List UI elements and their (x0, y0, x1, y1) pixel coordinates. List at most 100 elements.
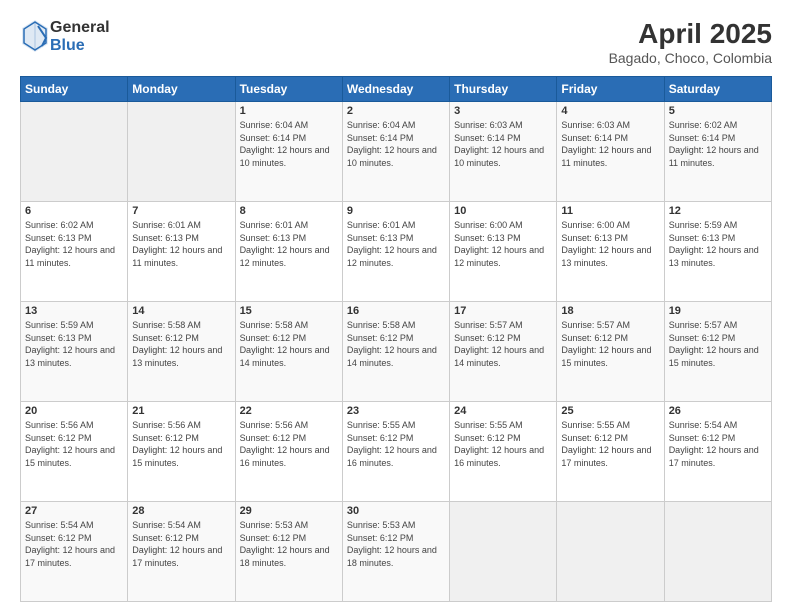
day-number: 26 (669, 405, 767, 417)
calendar-cell: 5Sunrise: 6:02 AM Sunset: 6:14 PM Daylig… (664, 102, 771, 202)
calendar-week-2: 13 Sunrise: 5:59 AM Sunset: 6:13 PM Dayli… (21, 302, 772, 402)
day-number: 2 (347, 105, 445, 117)
day-info: Sunrise: 5:57 AM Sunset: 6:12 PM Dayligh… (454, 319, 552, 369)
day-number: 3 (454, 105, 552, 117)
day-number: 28 (132, 505, 230, 517)
calendar-week-1: 6Sunrise: 6:02 AM Sunset: 6:13 PM Daylig… (21, 202, 772, 302)
calendar-header-row: SundayMondayTuesdayWednesdayThursdayFrid… (21, 77, 772, 102)
day-info: Sunrise: 6:04 AM Sunset: 6:14 PM Dayligh… (347, 119, 445, 169)
calendar-header-monday: Monday (128, 77, 235, 102)
day-info: Sunrise: 5:57 AM Sunset: 6:12 PM Dayligh… (561, 319, 659, 369)
logo-text: General Blue (50, 19, 110, 54)
day-info: Sunrise: 5:59 AM Sunset: 6:13 PM Dayligh… (25, 319, 123, 369)
day-number: 22 (240, 405, 338, 417)
day-info: Sunrise: 6:02 AM Sunset: 6:13 PM Dayligh… (25, 219, 123, 269)
day-info: Sunrise: 6:03 AM Sunset: 6:14 PM Dayligh… (454, 119, 552, 169)
day-info: Sunrise: 5:54 AM Sunset: 6:12 PM Dayligh… (25, 519, 123, 569)
day-number: 30 (347, 505, 445, 517)
day-number: 25 (561, 405, 659, 417)
day-number: 7 (132, 205, 230, 217)
day-number: 12 (669, 205, 767, 217)
logo-icon (20, 18, 50, 56)
calendar-cell (557, 502, 664, 602)
calendar-cell: 15Sunrise: 5:58 AM Sunset: 6:12 PM Dayli… (235, 302, 342, 402)
calendar-header-wednesday: Wednesday (342, 77, 449, 102)
day-info: Sunrise: 6:00 AM Sunset: 6:13 PM Dayligh… (561, 219, 659, 269)
calendar-cell: 23 Sunrise: 5:55 AM Sunset: 6:12 PM Dayli… (342, 402, 449, 502)
day-number: 14 (132, 305, 230, 317)
calendar-header-tuesday: Tuesday (235, 77, 342, 102)
day-info: Sunrise: 5:55 AM Sunset: 6:12 PM Dayligh… (347, 419, 445, 469)
calendar-cell: 22 Sunrise: 5:56 AM Sunset: 6:12 PM Dayli… (235, 402, 342, 502)
day-number: 8 (240, 205, 338, 217)
day-info: Sunrise: 5:54 AM Sunset: 6:12 PM Dayligh… (669, 419, 767, 469)
calendar-header-thursday: Thursday (450, 77, 557, 102)
calendar-week-4: 27 Sunrise: 5:54 AM Sunset: 6:12 PM Dayli… (21, 502, 772, 602)
calendar-cell (664, 502, 771, 602)
day-number: 20 (25, 405, 123, 417)
day-info: Sunrise: 6:01 AM Sunset: 6:13 PM Dayligh… (347, 219, 445, 269)
page: General Blue April 2025 Bagado, Choco, C… (0, 0, 792, 612)
calendar-cell: 27 Sunrise: 5:54 AM Sunset: 6:12 PM Dayli… (21, 502, 128, 602)
day-number: 9 (347, 205, 445, 217)
day-number: 23 (347, 405, 445, 417)
title-block: April 2025 Bagado, Choco, Colombia (609, 18, 772, 66)
calendar-cell: 30 Sunrise: 5:53 AM Sunset: 6:12 PM Dayli… (342, 502, 449, 602)
calendar-cell (128, 102, 235, 202)
day-info: Sunrise: 5:58 AM Sunset: 6:12 PM Dayligh… (347, 319, 445, 369)
day-info: Sunrise: 5:59 AM Sunset: 6:13 PM Dayligh… (669, 219, 767, 269)
calendar-cell: 21 Sunrise: 5:56 AM Sunset: 6:12 PM Dayli… (128, 402, 235, 502)
calendar-cell (450, 502, 557, 602)
day-info: Sunrise: 5:56 AM Sunset: 6:12 PM Dayligh… (240, 419, 338, 469)
day-number: 27 (25, 505, 123, 517)
day-info: Sunrise: 5:53 AM Sunset: 6:12 PM Dayligh… (347, 519, 445, 569)
calendar-cell: 10 Sunrise: 6:00 AM Sunset: 6:13 PM Dayli… (450, 202, 557, 302)
day-number: 11 (561, 205, 659, 217)
logo: General Blue (20, 18, 110, 56)
calendar-cell: 17 Sunrise: 5:57 AM Sunset: 6:12 PM Dayli… (450, 302, 557, 402)
day-number: 4 (561, 105, 659, 117)
day-number: 13 (25, 305, 123, 317)
subtitle: Bagado, Choco, Colombia (609, 50, 772, 66)
day-info: Sunrise: 5:57 AM Sunset: 6:12 PM Dayligh… (669, 319, 767, 369)
calendar-week-3: 20 Sunrise: 5:56 AM Sunset: 6:12 PM Dayli… (21, 402, 772, 502)
day-info: Sunrise: 6:02 AM Sunset: 6:14 PM Dayligh… (669, 119, 767, 169)
calendar-cell: 24Sunrise: 5:55 AM Sunset: 6:12 PM Dayli… (450, 402, 557, 502)
calendar-cell: 11 Sunrise: 6:00 AM Sunset: 6:13 PM Dayli… (557, 202, 664, 302)
day-info: Sunrise: 6:01 AM Sunset: 6:13 PM Dayligh… (132, 219, 230, 269)
calendar-header-saturday: Saturday (664, 77, 771, 102)
day-number: 24 (454, 405, 552, 417)
calendar-cell: 25 Sunrise: 5:55 AM Sunset: 6:12 PM Dayli… (557, 402, 664, 502)
calendar-cell: 6Sunrise: 6:02 AM Sunset: 6:13 PM Daylig… (21, 202, 128, 302)
day-number: 1 (240, 105, 338, 117)
calendar-cell: 13 Sunrise: 5:59 AM Sunset: 6:13 PM Dayli… (21, 302, 128, 402)
calendar-cell: 20 Sunrise: 5:56 AM Sunset: 6:12 PM Dayli… (21, 402, 128, 502)
calendar-cell: 29Sunrise: 5:53 AM Sunset: 6:12 PM Dayli… (235, 502, 342, 602)
day-number: 17 (454, 305, 552, 317)
calendar-cell: 2 Sunrise: 6:04 AM Sunset: 6:14 PM Daylig… (342, 102, 449, 202)
day-info: Sunrise: 6:03 AM Sunset: 6:14 PM Dayligh… (561, 119, 659, 169)
day-number: 21 (132, 405, 230, 417)
calendar-header-sunday: Sunday (21, 77, 128, 102)
calendar-cell: 7 Sunrise: 6:01 AM Sunset: 6:13 PM Daylig… (128, 202, 235, 302)
day-info: Sunrise: 5:55 AM Sunset: 6:12 PM Dayligh… (561, 419, 659, 469)
day-number: 29 (240, 505, 338, 517)
day-info: Sunrise: 5:58 AM Sunset: 6:12 PM Dayligh… (132, 319, 230, 369)
calendar-cell: 26 Sunrise: 5:54 AM Sunset: 6:12 PM Dayli… (664, 402, 771, 502)
calendar-header-friday: Friday (557, 77, 664, 102)
main-title: April 2025 (609, 18, 772, 50)
calendar-table: SundayMondayTuesdayWednesdayThursdayFrid… (20, 76, 772, 602)
logo-blue-text: Blue (50, 37, 110, 55)
day-number: 18 (561, 305, 659, 317)
calendar-cell: 12 Sunrise: 5:59 AM Sunset: 6:13 PM Dayli… (664, 202, 771, 302)
day-number: 15 (240, 305, 338, 317)
day-number: 16 (347, 305, 445, 317)
day-number: 19 (669, 305, 767, 317)
calendar-cell: 4 Sunrise: 6:03 AM Sunset: 6:14 PM Daylig… (557, 102, 664, 202)
day-info: Sunrise: 6:00 AM Sunset: 6:13 PM Dayligh… (454, 219, 552, 269)
day-info: Sunrise: 5:56 AM Sunset: 6:12 PM Dayligh… (25, 419, 123, 469)
day-info: Sunrise: 5:54 AM Sunset: 6:12 PM Dayligh… (132, 519, 230, 569)
day-info: Sunrise: 5:56 AM Sunset: 6:12 PM Dayligh… (132, 419, 230, 469)
day-number: 10 (454, 205, 552, 217)
calendar-cell: 16 Sunrise: 5:58 AM Sunset: 6:12 PM Dayli… (342, 302, 449, 402)
